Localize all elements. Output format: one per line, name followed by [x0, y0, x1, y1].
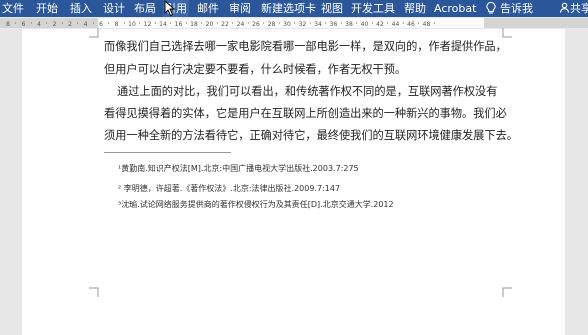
tab-help[interactable]: 帮助	[404, 0, 426, 17]
ruler-tick-label: 48	[423, 21, 431, 28]
ruler-tick-label: 38	[345, 21, 353, 28]
share-button[interactable]: 共享	[559, 0, 588, 17]
tab-home[interactable]: 开始	[36, 0, 58, 17]
ruler-ticks: 8 6 4 2 2 4 6 8 10 12 14 16 18 20 22 24 26 28 30 32 34 36 38 40…	[6, 21, 435, 28]
ruler-tick-label: 26	[252, 21, 260, 28]
tab-layout[interactable]: 布局	[134, 0, 156, 17]
ruler-tick-label: 34	[314, 21, 322, 28]
tab-new-tab[interactable]: 新建选项卡	[261, 0, 316, 17]
ruler-tick-label: 4	[84, 21, 88, 28]
footnote-1: ¹黄勤南.知识产权法[M].北京:中国广播电视大学出版社.2003.7:275	[118, 164, 359, 173]
tab-view[interactable]: 视图	[321, 0, 343, 17]
ruler-tick-label: 18	[190, 21, 198, 28]
ribbon-tab-bar: 文件 开始 插入 设计 布局 引用 邮件 审阅 新建选项卡 视图 开发工具 帮助…	[0, 0, 588, 17]
ruler-tick-label: 10	[128, 21, 136, 28]
margin-corner-mark-top-right	[502, 28, 512, 38]
margin-corner-mark-top-left	[89, 28, 99, 38]
ruler-tick-label: 16	[175, 21, 183, 28]
ruler-tick-label: 44	[392, 21, 400, 28]
ruler-tick-label: 6	[22, 21, 26, 28]
ruler-tick-label: 28	[268, 21, 276, 28]
tab-mailings[interactable]: 邮件	[197, 0, 219, 17]
ruler-tick-label: 36	[330, 21, 338, 28]
ruler-tick-label: 4	[37, 21, 41, 28]
ruler-tick-label: 14	[159, 21, 167, 28]
ruler-tick-label: 2	[53, 21, 57, 28]
share-label: 共享	[570, 2, 588, 15]
ruler-tick-label: 22	[221, 21, 229, 28]
ruler-tick-label: 2	[68, 21, 72, 28]
tab-acrobat[interactable]: Acrobat	[434, 0, 476, 17]
share-icon	[559, 2, 570, 13]
ruler-tick-label: 12	[144, 21, 152, 28]
margin-corner-mark-bottom-left	[89, 287, 99, 297]
ruler-tick-label: 24	[237, 21, 245, 28]
paragraph-line: 但用户可以自行决定要不要看，什么时候看，作者无权干预。	[104, 63, 407, 76]
ruler-tick-label: 8	[115, 21, 119, 28]
margin-corner-mark-bottom-right	[502, 287, 512, 297]
paragraph-line: 须用一种全新的方法看待它，正确对待它，最终使我们的互联网环境健康发展下去。	[104, 129, 518, 142]
ruler-tick-label: 30	[283, 21, 291, 28]
tell-me-search[interactable]: 告诉我	[500, 0, 533, 17]
footnote-2: ² 李明德，许超著.《著作权法》.北京:法律出版社.2009.7:147	[118, 184, 341, 193]
footnote-separator	[104, 152, 231, 153]
mouse-cursor-icon	[164, 0, 175, 17]
horizontal-ruler[interactable]: 8 6 4 2 2 4 6 8 10 12 14 16 18 20 22 24 26 28 30 32 34 36 38 40…	[0, 18, 588, 28]
ruler-tick-label: 8	[6, 21, 10, 28]
paragraph-line: 看得见摸得着的实体，它是用户在互联网上所创造出来的一种新兴的事物。我们必	[104, 107, 507, 120]
ruler-tick-label: 46	[407, 21, 415, 28]
ruler-tick-label: 32	[299, 21, 307, 28]
paragraph-line: 而像我们自己选择去哪一家电影院看哪一部电影一样，是双向的，作者提供作品，	[104, 40, 507, 53]
tab-insert[interactable]: 插入	[70, 0, 92, 17]
paragraph-line: 通过上面的对比，我们可以看出，和传统著作权不同的是，互联网著作权没有	[117, 85, 498, 98]
tab-review[interactable]: 审阅	[229, 0, 251, 17]
ruler-tick-label: 40	[361, 21, 369, 28]
ruler-tick-label: 6	[99, 21, 103, 28]
ruler-tick-label: 42	[376, 21, 384, 28]
tab-file[interactable]: 文件	[2, 0, 24, 17]
tab-design[interactable]: 设计	[103, 0, 125, 17]
ruler-tick-label: 20	[206, 21, 214, 28]
tab-developer[interactable]: 开发工具	[351, 0, 395, 17]
lightbulb-icon[interactable]	[484, 1, 498, 15]
footnote-3: ³沈瑜.试论网络服务提供商的著作权侵权行为及其责任[D].北京交通大学.2012	[118, 200, 394, 209]
